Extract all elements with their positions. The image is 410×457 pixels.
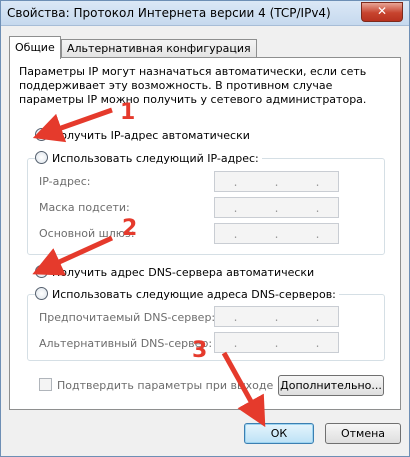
arrow-step-1 [32, 107, 113, 143]
arrow-step-3 [221, 351, 266, 428]
annotation-step-1: 1 [120, 100, 136, 125]
annotation-arrows [32, 107, 266, 428]
annotation-step-3: 3 [192, 338, 208, 363]
arrow-step-2 [32, 235, 114, 276]
tab-general[interactable]: Общие [9, 36, 61, 59]
annotation-step-2: 2 [122, 216, 138, 241]
